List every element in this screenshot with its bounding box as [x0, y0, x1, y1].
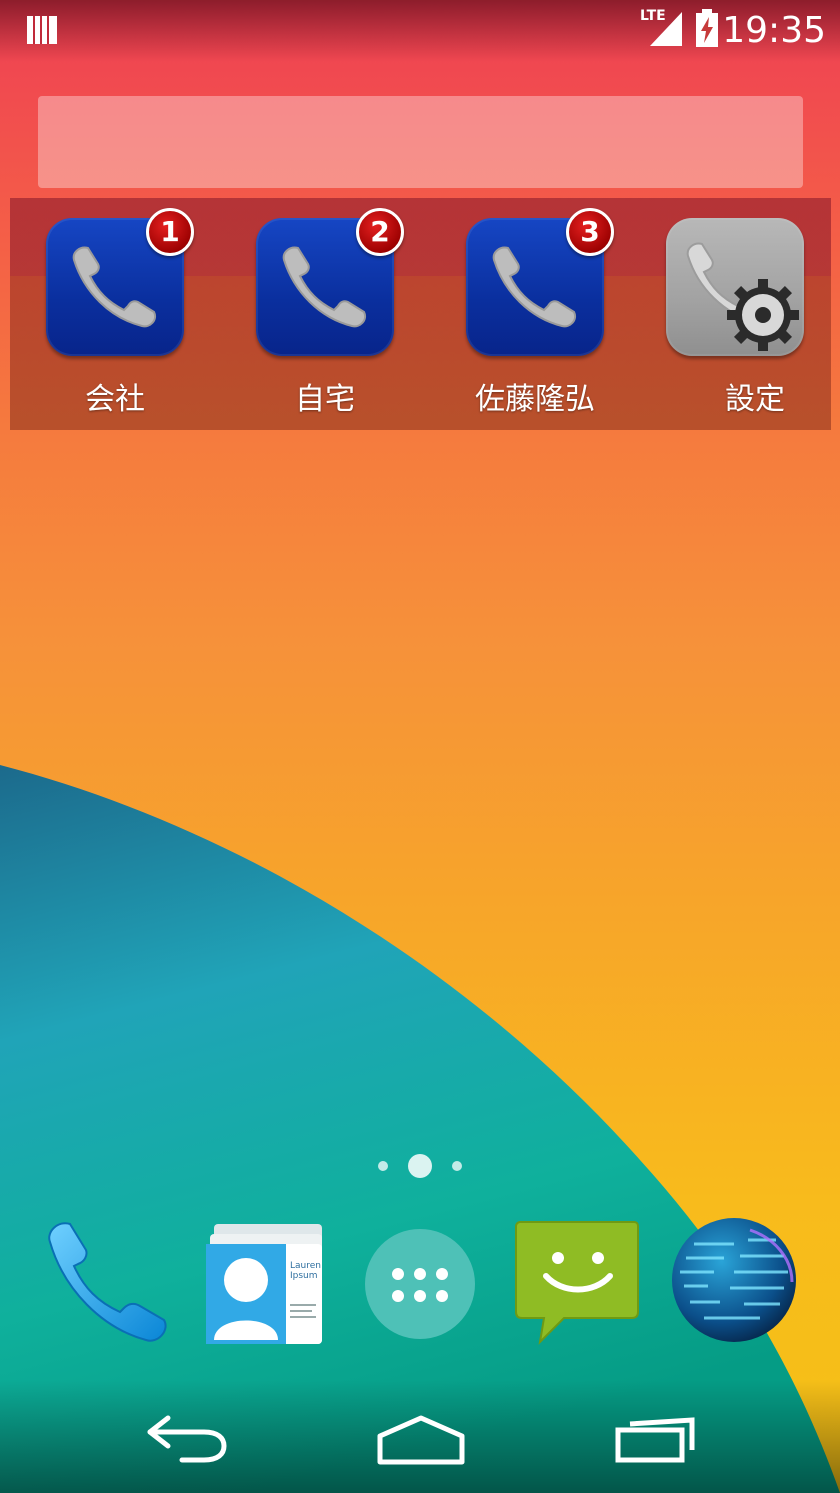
search-bar[interactable]	[38, 96, 803, 188]
shortcut-label: 設定	[725, 382, 785, 417]
speed-dial-widget: 1 会社 2 自宅 3 佐藤隆弘 設定	[10, 198, 831, 430]
contacts-app-icon[interactable]: Lauren Ipsum	[200, 1210, 340, 1350]
shortcut-settings[interactable]: 設定	[630, 198, 835, 430]
battery-charging-icon	[696, 9, 718, 47]
home-icon[interactable]	[366, 1400, 476, 1470]
phone-app-icon[interactable]	[36, 1210, 176, 1350]
shortcut-sato[interactable]: 3 佐藤隆弘	[430, 198, 635, 430]
shortcut-home[interactable]: 2 自宅	[220, 198, 425, 430]
shortcut-company[interactable]: 1 会社	[10, 198, 215, 430]
shortcut-label: 佐藤隆弘	[475, 382, 595, 417]
dock: Lauren Ipsum	[0, 1210, 840, 1360]
page-dot-active	[408, 1154, 432, 1178]
page-dot	[452, 1161, 462, 1171]
badge-2: 2	[356, 208, 404, 256]
contact-card-name-2: Ipsum	[290, 1271, 318, 1281]
contact-card-name: Lauren	[290, 1261, 321, 1271]
notification-icon	[27, 16, 57, 44]
badge-3: 3	[566, 208, 614, 256]
back-icon[interactable]	[134, 1400, 244, 1470]
navigation-bar	[0, 1380, 840, 1493]
browser-globe-icon[interactable]	[664, 1210, 804, 1350]
recents-icon[interactable]	[604, 1400, 714, 1470]
shortcut-label: 自宅	[295, 382, 355, 417]
page-dot	[378, 1161, 388, 1171]
signal-icon	[650, 12, 682, 46]
clock: 19:35	[722, 10, 826, 51]
badge-1: 1	[146, 208, 194, 256]
page-indicator	[0, 1150, 840, 1180]
status-bar: LTE 19:35	[0, 0, 840, 62]
app-drawer-icon[interactable]	[350, 1210, 490, 1350]
shortcut-label: 会社	[85, 382, 145, 417]
phone-settings-icon	[666, 218, 804, 356]
messaging-app-icon[interactable]	[506, 1210, 646, 1350]
